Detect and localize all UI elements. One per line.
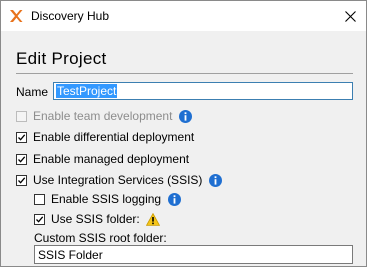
name-input[interactable]: TestProject: [53, 82, 353, 100]
team-development-label: Enable team development: [33, 109, 173, 123]
option-team-development[interactable]: Enable team development: [16, 108, 193, 124]
title-bar: Discovery Hub: [1, 1, 366, 31]
differential-deployment-label: Enable differential deployment: [33, 130, 195, 144]
integration-services-label: Use Integration Services (SSIS): [33, 173, 203, 187]
use-ssis-folder-checkbox[interactable]: [34, 213, 45, 225]
close-button[interactable]: [334, 1, 366, 31]
differential-deployment-checkbox[interactable]: [16, 131, 27, 143]
warning-icon[interactable]: [145, 212, 160, 226]
edit-project-dialog: Discovery Hub Edit Project Name TestProj…: [0, 0, 367, 267]
checkmark-icon: [18, 155, 26, 163]
name-input-value: TestProject: [56, 84, 118, 98]
option-integration-services[interactable]: Use Integration Services (SSIS): [16, 172, 223, 188]
close-icon: [344, 10, 356, 22]
checkmark-icon: [36, 215, 44, 223]
name-label: Name: [16, 85, 49, 99]
discovery-hub-logo-icon: [10, 10, 23, 22]
option-managed-deployment[interactable]: Enable managed deployment: [16, 151, 189, 167]
dialog-content: Edit Project Name TestProject Enable tea…: [1, 31, 366, 266]
info-icon[interactable]: [168, 192, 182, 206]
ssis-logging-label: Enable SSIS logging: [51, 192, 162, 206]
team-development-checkbox[interactable]: [16, 110, 27, 122]
checkmark-icon: [18, 176, 26, 184]
option-use-ssis-folder[interactable]: Use SSIS folder:: [34, 211, 160, 227]
use-ssis-folder-label: Use SSIS folder:: [51, 212, 140, 226]
ssis-root-folder-label: Custom SSIS root folder:: [34, 231, 167, 245]
option-differential-deployment[interactable]: Enable differential deployment: [16, 129, 194, 145]
ssis-root-folder-input[interactable]: SSIS Folder: [34, 245, 353, 264]
window-title: Discovery Hub: [31, 9, 110, 23]
managed-deployment-label: Enable managed deployment: [33, 152, 190, 166]
checkmark-icon: [18, 133, 26, 141]
option-ssis-logging[interactable]: Enable SSIS logging: [34, 191, 182, 207]
ssis-root-folder-value: SSIS Folder: [38, 248, 103, 262]
ssis-logging-checkbox[interactable]: [34, 193, 45, 205]
page-title: Edit Project: [16, 49, 107, 68]
heading-divider: [16, 73, 353, 74]
integration-services-checkbox[interactable]: [16, 174, 27, 186]
info-icon[interactable]: [179, 109, 193, 123]
info-icon[interactable]: [209, 173, 223, 187]
managed-deployment-checkbox[interactable]: [16, 153, 27, 165]
